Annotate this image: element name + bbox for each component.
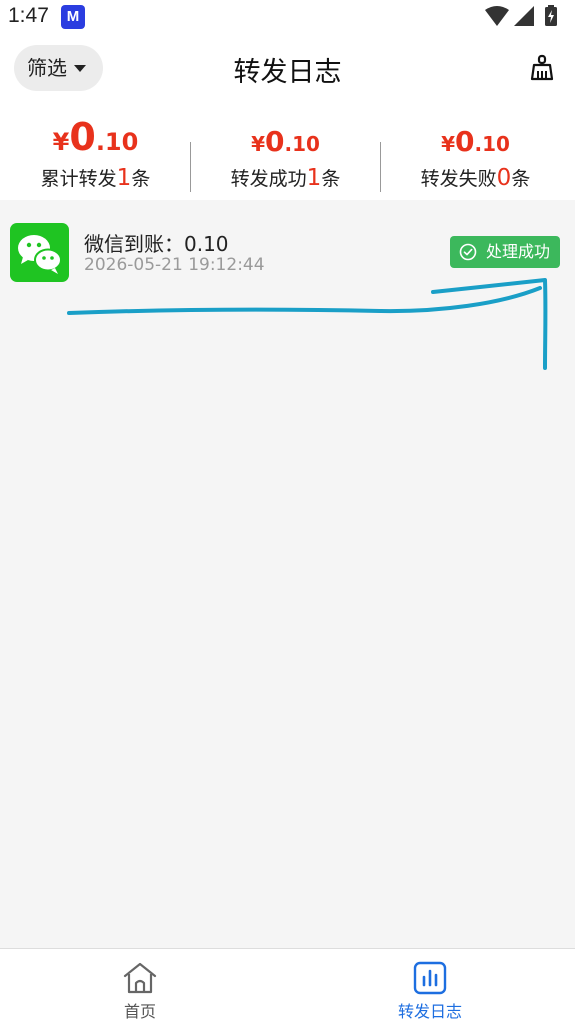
app-header: 筛选 转发日志 [0, 34, 575, 102]
nav-item-home[interactable]: 首页 [70, 949, 210, 1025]
stat-success: ¥0.10 转发成功1条 [190, 102, 381, 200]
broom-icon[interactable] [529, 54, 555, 82]
log-title: 微信到账：0.10 [84, 232, 229, 256]
stat-amount: ¥0.10 [52, 115, 139, 159]
nav-item-log[interactable]: 转发日志 [360, 949, 500, 1025]
page-title: 转发日志 [233, 57, 342, 88]
status-badge: 处理成功 [450, 236, 560, 268]
home-icon [123, 962, 157, 994]
check-circle-icon [459, 243, 477, 261]
wechat-icon [10, 223, 69, 282]
nav-label: 转发日志 [397, 1002, 462, 1021]
stat-amount: ¥0.10 [441, 125, 510, 158]
status-time: 1:47 [8, 4, 49, 27]
stat-amount: ¥0.10 [251, 125, 320, 158]
nav-label: 首页 [123, 1002, 156, 1021]
hand-drawn-annotation [67, 278, 548, 370]
bar-chart-icon [413, 961, 447, 995]
stat-label: 转发成功1条 [230, 165, 341, 191]
wifi-icon [485, 6, 509, 26]
stats-summary: ¥0.10 累计转发1条 ¥0.10 转发成功1条 ¥0.10 转发失败0条 [0, 102, 575, 200]
stat-label: 转发失败0条 [420, 165, 531, 191]
signal-icon [514, 6, 534, 26]
bottom-nav: 首页 转发日志 [0, 948, 575, 1024]
status-bar: 1:47 M [0, 0, 575, 34]
stat-total: ¥0.10 累计转发1条 [0, 102, 191, 200]
battery-charging-icon [545, 5, 557, 26]
log-time: 2026-05-21 19:12:44 [84, 255, 265, 275]
stat-label: 累计转发1条 [40, 165, 151, 191]
notification-app-icon: M [61, 5, 85, 29]
log-list[interactable]: 微信到账：0.10 2026-05-21 19:12:44 处理成功 [0, 200, 575, 948]
list-item[interactable]: 微信到账：0.10 2026-05-21 19:12:44 处理成功 [0, 212, 575, 292]
stat-failed: ¥0.10 转发失败0条 [380, 102, 571, 200]
status-icons [483, 4, 563, 30]
